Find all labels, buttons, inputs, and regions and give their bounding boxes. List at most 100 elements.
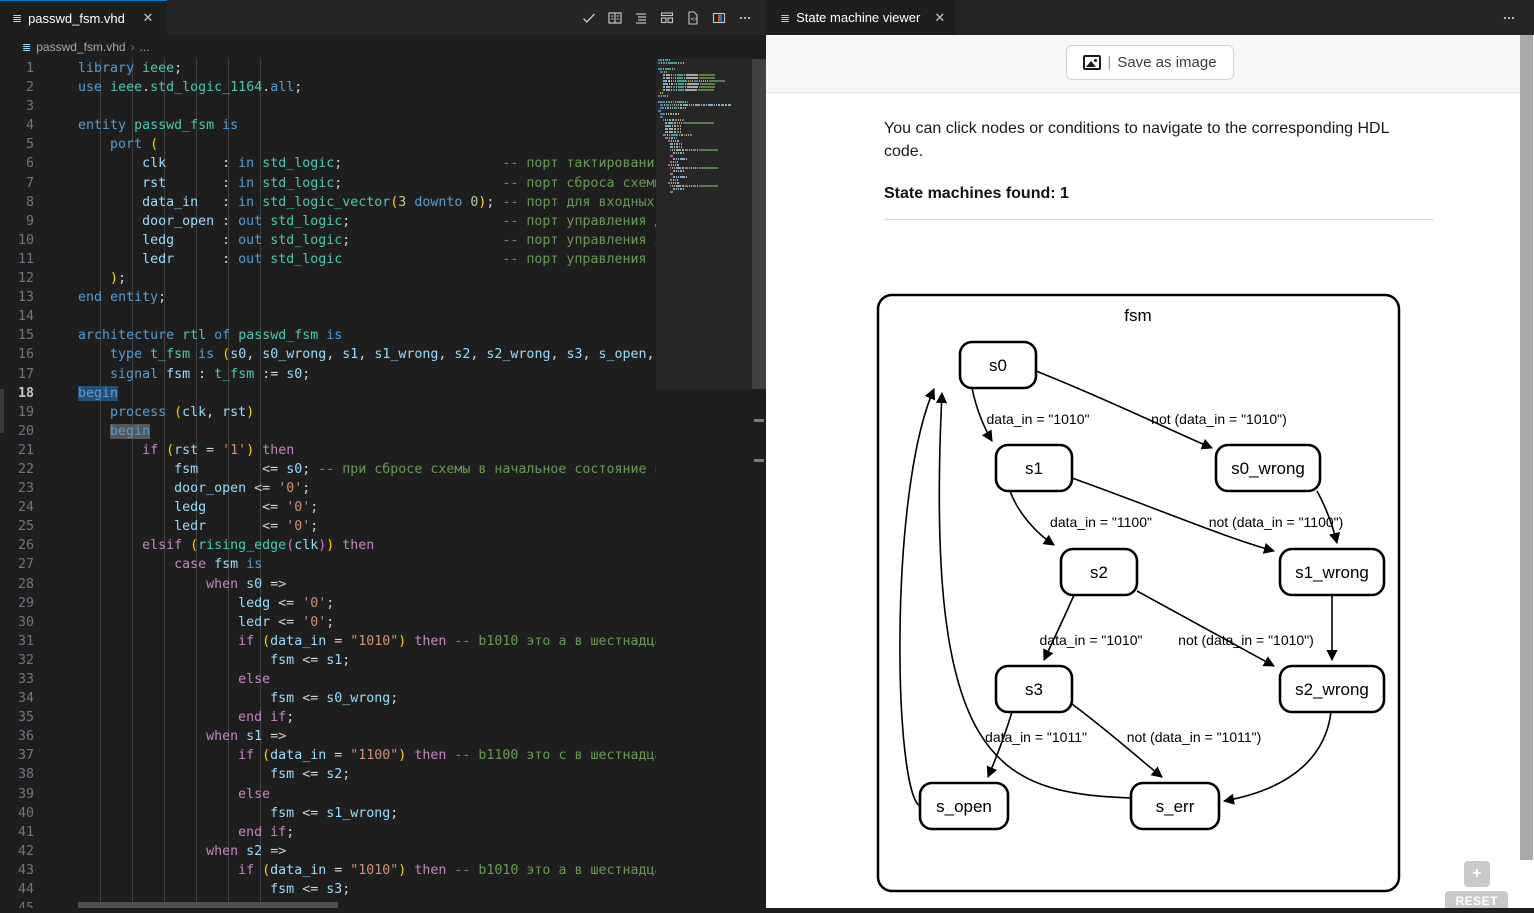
fsm-node-s_err[interactable]: s_err xyxy=(1129,781,1221,831)
close-icon[interactable]: ✕ xyxy=(934,10,945,26)
code-line[interactable]: 8 data_in : in std_logic_vector(3 downto… xyxy=(0,193,766,212)
code-line[interactable]: 18 begin xyxy=(0,384,766,403)
code-line[interactable]: 12 ); xyxy=(0,269,766,288)
fsm-edge-label-s0-to-s1[interactable]: data_in = "1010" xyxy=(987,411,1090,427)
line-number: 5 xyxy=(25,137,34,153)
editor-vertical-scrollbar[interactable] xyxy=(752,59,766,913)
code-line[interactable]: 22 fsm <= s0; -- при сбросе схемы в нача… xyxy=(0,460,766,479)
tab-state-machine-viewer[interactable]: ≣ State machine viewer ✕ xyxy=(766,0,956,35)
zoom-in-button[interactable]: + xyxy=(1463,861,1490,887)
fsm-title: fsm xyxy=(1124,306,1151,325)
state-machine-viewer-group: ≣ State machine viewer ✕ | Save as image… xyxy=(766,0,1534,913)
viewer-scroll-thumb[interactable] xyxy=(1520,35,1533,860)
line-number: 39 xyxy=(17,786,34,802)
state-machine-diagram[interactable]: fsm s0 s0_wrong s1 s1_wrong s2 s2_wrong s3 s_op… xyxy=(876,293,1401,893)
fsm-edge-label-s1-to-s2[interactable]: data_in = "1100" xyxy=(1050,514,1152,530)
fsm-edge-label-s2-to-s3[interactable]: data_in = "1010" xyxy=(1040,632,1143,648)
viewer-vertical-scrollbar[interactable] xyxy=(1520,35,1534,913)
code-line[interactable]: 2 use ieee.std_logic_1164.all; xyxy=(0,78,766,97)
code-line[interactable]: 35 end if; xyxy=(0,708,766,727)
fsm-node-s2_wrong[interactable]: s2_wrong xyxy=(1278,664,1386,714)
breadcrumb-ellipsis[interactable]: ... xyxy=(140,40,150,54)
code-line[interactable]: 20 begin xyxy=(0,422,766,441)
code-line[interactable]: 11 ledr : out std_logic -- порт управлен… xyxy=(0,250,766,269)
save-as-image-button[interactable]: | Save as image xyxy=(1066,45,1234,80)
code-line[interactable]: 34 fsm <= s0_wrong; xyxy=(0,689,766,708)
code-line[interactable]: 10 ledg : out std_logic; -- порт управле… xyxy=(0,231,766,250)
code-line[interactable]: 25 ledr <= '0'; xyxy=(0,517,766,536)
code-line[interactable]: 38 fsm <= s2; xyxy=(0,765,766,784)
more-actions-icon[interactable] xyxy=(732,3,758,33)
fsm-edge-label-s3-to-s_open[interactable]: data_in = "1011" xyxy=(985,729,1087,745)
code-line[interactable]: 14 xyxy=(0,307,766,326)
code-line[interactable]: 24 ledg <= '0'; xyxy=(0,498,766,517)
line-number: 27 xyxy=(17,557,34,573)
viewer-content[interactable]: You can click nodes or conditions to nav… xyxy=(766,93,1534,913)
outline-icon[interactable] xyxy=(628,3,654,33)
code-line[interactable]: 6 clk : in std_logic; -- порт тактирован… xyxy=(0,154,766,173)
layout-icon[interactable] xyxy=(654,3,680,33)
code-line[interactable]: 7 rst : in std_logic; -- порт сброса схе… xyxy=(0,174,766,193)
code-lines[interactable]: 1 library ieee; 2 use ieee.std_logic_1164… xyxy=(0,59,766,913)
editor-minimap[interactable] xyxy=(656,59,752,913)
code-line[interactable]: 29 ledg <= '0'; xyxy=(0,594,766,613)
code-line[interactable]: 41 end if; xyxy=(0,823,766,842)
code-line[interactable]: 36 when s1 => xyxy=(0,727,766,746)
line-number: 1 xyxy=(25,61,34,76)
fsm-node-s0[interactable]: s0 xyxy=(958,340,1038,390)
code-line[interactable]: 9 door_open : out std_logic; -- порт упр… xyxy=(0,212,766,231)
fsm-node-s1[interactable]: s1 xyxy=(994,443,1074,493)
code-line[interactable]: 27 case fsm is xyxy=(0,555,766,574)
code-line[interactable]: 19 process (clk, rst) xyxy=(0,403,766,422)
image-icon xyxy=(1083,55,1102,70)
code-line[interactable]: 31 if (data_in = "1010") then -- b1010 э… xyxy=(0,632,766,651)
fsm-graph-svg[interactable]: fsm s0 s0_wrong s1 s1_wrong s2 s2_wrong s3 s_op… xyxy=(876,293,1401,893)
code-line[interactable]: 32 fsm <= s1; xyxy=(0,651,766,670)
code-line[interactable]: 39 else xyxy=(0,785,766,804)
code-scroll[interactable]: 1 library ieee; 2 use ieee.std_logic_1164… xyxy=(0,59,766,913)
fsm-edge-label-s1-to-s1_wrong[interactable]: not (data_in = "1100") xyxy=(1209,514,1344,530)
code-line[interactable]: 37 if (data_in = "1100") then -- b1100 э… xyxy=(0,746,766,765)
code-line[interactable]: 33 else xyxy=(0,670,766,689)
split-editor-icon[interactable] xyxy=(706,3,732,33)
code-line[interactable]: 17 signal fsm : t_fsm := s0; xyxy=(0,365,766,384)
code-line[interactable]: 15 architecture rtl of passwd_fsm is xyxy=(0,326,766,345)
code-line[interactable]: 5 port ( xyxy=(0,135,766,154)
code-line[interactable]: 1 library ieee; xyxy=(0,59,766,78)
code-line[interactable]: 43 if (data_in = "1010") then -- b1010 э… xyxy=(0,861,766,880)
code-line[interactable]: 26 elsif (rising_edge(clk)) then xyxy=(0,536,766,555)
breadcrumb-file[interactable]: passwd_fsm.vhd xyxy=(36,40,125,54)
code-line[interactable]: 44 fsm <= s3; xyxy=(0,880,766,899)
close-icon[interactable]: ✕ xyxy=(139,9,157,27)
code-line[interactable]: 30 ledr <= '0'; xyxy=(0,613,766,632)
fsm-node-s1_wrong[interactable]: s1_wrong xyxy=(1278,547,1386,597)
book-icon[interactable] xyxy=(602,3,628,33)
code-line[interactable]: 4 entity passwd_fsm is xyxy=(0,116,766,135)
code-file-icon[interactable]: <> xyxy=(680,3,706,33)
line-number: 43 xyxy=(17,862,34,878)
fsm-node-s3[interactable]: s3 xyxy=(994,664,1074,714)
fsm-node-s2[interactable]: s2 xyxy=(1059,547,1139,597)
editor-scroll-thumb[interactable] xyxy=(752,59,766,389)
editor-actions: <> xyxy=(576,0,766,35)
check-icon[interactable] xyxy=(576,3,602,33)
code-line[interactable]: 16 type t_fsm is (s0, s0_wrong, s1, s1_w… xyxy=(0,345,766,364)
code-line[interactable]: 40 fsm <= s1_wrong; xyxy=(0,804,766,823)
fsm-edge-label-s2-to-s2_wrong[interactable]: not (data_in = "1010") xyxy=(1178,632,1314,648)
fsm-node-s0_wrong[interactable]: s0_wrong xyxy=(1214,443,1322,493)
code-line[interactable]: 28 when s0 => xyxy=(0,575,766,594)
tab-passwd-fsm-vhd[interactable]: ≣ passwd_fsm.vhd ✕ xyxy=(0,0,167,35)
code-line[interactable]: 3 xyxy=(0,97,766,116)
fsm-edge-label-s3-to-s_err[interactable]: not (data_in = "1011") xyxy=(1127,729,1262,745)
zoom-controls: + RESET xyxy=(1445,861,1508,911)
fsm-node-label: s0 xyxy=(989,356,1007,375)
code-line[interactable]: 21 if (rst = '1') then xyxy=(0,441,766,460)
fsm-node-s_open[interactable]: s_open xyxy=(918,781,1010,831)
code-line[interactable]: 42 when s2 => xyxy=(0,842,766,861)
code-line[interactable]: 23 door_open <= '0'; xyxy=(0,479,766,498)
more-actions-icon[interactable] xyxy=(1496,3,1522,33)
code-editor[interactable]: 1 library ieee; 2 use ieee.std_logic_1164… xyxy=(0,59,766,913)
code-line[interactable]: 13 end entity; xyxy=(0,288,766,307)
line-number: 2 xyxy=(25,80,34,96)
fsm-edge-label-s0-to-s0_wrong[interactable]: not (data_in = "1010") xyxy=(1151,411,1287,427)
